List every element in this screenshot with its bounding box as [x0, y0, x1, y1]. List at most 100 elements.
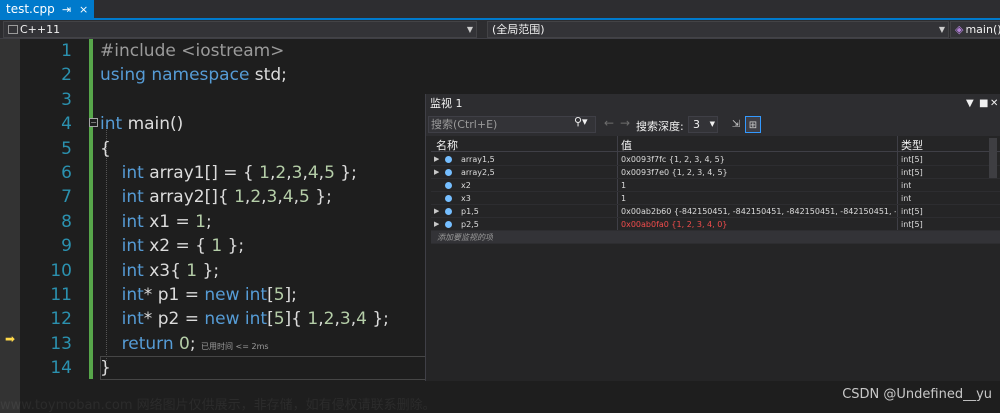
code-line-1: #include <iostream>: [100, 41, 285, 61]
watch-row-name[interactable]: array1,5: [461, 153, 495, 166]
watch-row[interactable]: ▶ array2,5 0x0093f7e0 {1, 2, 3, 4, 5} in…: [431, 166, 1000, 179]
watch-search-input[interactable]: 搜索(Ctrl+E): [428, 116, 596, 133]
perf-tip[interactable]: 已用时间 <= 2ms: [201, 342, 269, 351]
add-watch-placeholder[interactable]: 添加要监视的项: [437, 231, 493, 244]
code-line-2: using namespace std;: [100, 65, 287, 85]
watch-toolbar: 搜索(Ctrl+E) ⚲▾ ← → 搜索深度: 3 ▼ ⇲ ⊞: [426, 114, 1000, 136]
change-tracking-bar: [89, 39, 93, 379]
line-number: 11: [50, 285, 72, 305]
watch-row[interactable]: x3 1 int: [431, 192, 1000, 205]
search-depth-label: 搜索深度:: [636, 120, 684, 133]
current-line-highlight: [100, 356, 426, 380]
search-depth-dropdown[interactable]: 3 ▼: [688, 116, 718, 133]
expand-arrow-icon[interactable]: ▶: [434, 205, 439, 218]
line-number: 3: [61, 90, 72, 110]
line-number: 12: [50, 309, 72, 329]
code-line-13: return 0; 已用时间 <= 2ms: [121, 334, 269, 354]
tab-test-cpp[interactable]: test.cpp ⇥ ×: [0, 0, 94, 20]
watch-row-name[interactable]: array2,5: [461, 166, 495, 179]
line-number: 5: [61, 139, 72, 159]
project-dropdown[interactable]: C++11 ▼: [3, 21, 477, 38]
navigation-bar: C++11 ▼ (全局范围) ▼ ◈ main(): [0, 20, 1000, 39]
watermark-text: www.toymoban.com 网络图片仅供展示，非存储，如有侵权请联系删除。: [0, 398, 436, 413]
variable-icon: [445, 182, 452, 189]
current-statement-arrow-icon: ➡: [5, 332, 16, 346]
watch-row-name[interactable]: p2,5: [461, 218, 479, 231]
collapse-icon[interactable]: −: [89, 118, 98, 127]
window-menu-icon[interactable]: ▼: [966, 94, 974, 114]
project-label: C++11: [20, 23, 61, 36]
code-line-9: int x2 = { 1 };: [121, 236, 245, 256]
watch-row-value-changed[interactable]: 0x00ab0fa0 {1, 2, 3, 4, 0}: [621, 218, 896, 231]
code-line-4: int main(): [100, 114, 184, 134]
watch-row-type: int[5]: [901, 155, 923, 164]
code-line-6: int array1[] = { 1,2,3,4,5 };: [121, 163, 357, 183]
watch-row-value[interactable]: 0x0093f7fc {1, 2, 3, 4, 5}: [621, 153, 896, 166]
arrow-left-icon[interactable]: ←: [604, 116, 614, 130]
line-number: 4: [61, 114, 72, 134]
line-number: 7: [61, 187, 72, 207]
watch-row-value[interactable]: 1: [621, 192, 896, 205]
member-dropdown[interactable]: ◈ main(): [950, 21, 1000, 38]
code-line-7: int array2[]{ 1,2,3,4,5 };: [121, 187, 332, 207]
indicator-margin[interactable]: ➡: [0, 39, 20, 413]
chevron-down-icon: ▼: [709, 120, 715, 128]
chevron-down-icon: ▼: [938, 25, 945, 34]
watch-row-name[interactable]: x3: [461, 192, 471, 205]
expand-arrow-icon[interactable]: ▶: [434, 218, 439, 231]
line-number: 13: [50, 334, 72, 354]
watch-row-type: int: [901, 181, 912, 190]
expand-arrow-icon[interactable]: ▶: [434, 153, 439, 166]
document-tab-strip: test.cpp ⇥ ×: [0, 0, 1000, 20]
watch-row-name[interactable]: x2: [461, 179, 471, 192]
scope-dropdown[interactable]: (全局范围) ▼: [487, 21, 949, 38]
code-line-12: int* p2 = new int[5]{ 1,2,3,4 };: [121, 309, 389, 329]
vertical-scrollbar[interactable]: [989, 138, 997, 178]
close-icon[interactable]: ✕: [990, 94, 998, 114]
watch-row[interactable]: ▶ array1,5 0x0093f7fc {1, 2, 3, 4, 5} in…: [431, 153, 1000, 166]
watch-row-type: int: [901, 194, 912, 203]
arrow-right-icon[interactable]: →: [620, 116, 630, 130]
column-header-type[interactable]: 类型: [901, 137, 923, 153]
watch-row-type: int[5]: [901, 220, 923, 229]
pin-icon[interactable]: ⇥: [62, 0, 71, 19]
watch-row[interactable]: ▶ p1,5 0x00ab2b60 {-842150451, -84215045…: [431, 205, 1000, 218]
watch-row-value[interactable]: 0x00ab2b60 {-842150451, -842150451, -842…: [621, 205, 896, 218]
watch-row[interactable]: ▶ p2,5 0x00ab0fa0 {1, 2, 3, 4, 0} int[5]: [431, 218, 1000, 231]
pin-source-icon[interactable]: ⇲: [728, 116, 744, 133]
watch-title: 监视 1: [430, 97, 463, 110]
csdn-credit: CSDN @Undefined__yu: [842, 387, 992, 402]
close-icon[interactable]: ×: [79, 0, 88, 19]
search-icon[interactable]: ⚲▾: [574, 115, 588, 128]
line-number: 8: [61, 212, 72, 232]
watch-title-bar[interactable]: 监视 1 ▼ ■ ✕: [426, 94, 1000, 114]
variable-icon: [445, 208, 452, 215]
pin-icon[interactable]: ■: [979, 94, 988, 114]
watch-row-value[interactable]: 1: [621, 179, 896, 192]
watch-grid-header: 名称 值 类型: [431, 136, 1000, 152]
watch-row-value[interactable]: 0x0093f7e0 {1, 2, 3, 4, 5}: [621, 166, 896, 179]
member-label: main(): [965, 23, 1000, 36]
code-line-10: int x3{ 1 };: [121, 261, 220, 281]
variable-icon: [445, 195, 452, 202]
watch-row-name[interactable]: p1,5: [461, 205, 479, 218]
line-number: 14: [50, 358, 72, 378]
code-line-14: }: [100, 358, 111, 378]
code-line-5: {: [100, 139, 111, 159]
line-number: 10: [50, 261, 72, 281]
watch-row[interactable]: x2 1 int: [431, 179, 1000, 192]
hex-display-icon[interactable]: ⊞: [745, 116, 761, 133]
add-watch-row[interactable]: 添加要监视的项: [431, 231, 1000, 244]
variable-icon: [445, 221, 452, 228]
column-header-name[interactable]: 名称: [436, 137, 458, 153]
variable-icon: [445, 169, 452, 176]
code-line-8: int x1 = 1;: [121, 212, 212, 232]
line-number: 6: [61, 163, 72, 183]
watch-row-type: int[5]: [901, 168, 923, 177]
chevron-down-icon: ▼: [466, 25, 473, 34]
column-header-value[interactable]: 值: [621, 137, 632, 153]
watch-window: 监视 1 ▼ ■ ✕ 搜索(Ctrl+E) ⚲▾ ← → 搜索深度: 3 ▼ ⇲…: [425, 94, 1000, 381]
function-icon: ◈: [955, 23, 964, 36]
watch-row-type: int[5]: [901, 207, 923, 216]
expand-arrow-icon[interactable]: ▶: [434, 166, 439, 179]
